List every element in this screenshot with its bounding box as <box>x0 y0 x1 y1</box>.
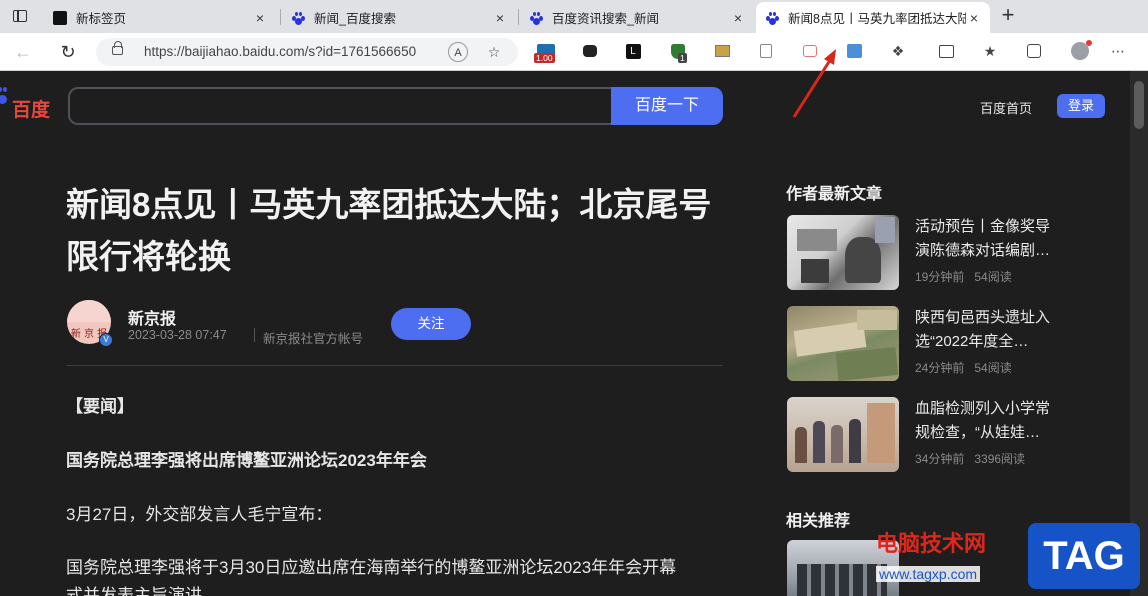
profile-avatar-icon[interactable] <box>1070 40 1092 61</box>
more-menu-icon[interactable]: ⋯ <box>1108 41 1128 61</box>
search-input[interactable] <box>68 87 614 125</box>
address-bar[interactable]: https://baijiahao.baidu.com/s?id=1761566… <box>96 38 518 66</box>
extension-shield-badge: 1 <box>678 53 687 63</box>
favorite-star-icon[interactable]: ☆ <box>484 42 504 62</box>
read-aloud-icon[interactable]: A <box>448 42 468 62</box>
refresh-icon[interactable]: ↻ <box>55 39 81 65</box>
baidu-paw-icon <box>528 10 544 26</box>
close-tab-icon[interactable]: × <box>492 10 508 26</box>
header-divider <box>67 365 723 366</box>
latest-articles-heading: 作者最新文章 <box>786 186 883 203</box>
login-button[interactable]: 登录 <box>1057 94 1105 118</box>
article-paragraph: 国务院总理李强将于3月30日应邀出席在海南举行的博鳌亚洲论坛2023年年会开幕 <box>66 558 677 577</box>
sidebar-article-title[interactable]: 陕西旬邑西头遗址入 选“2022年度全… <box>915 306 1075 354</box>
new-tab-page-icon <box>52 10 68 26</box>
extension-counter-icon[interactable]: 1.00 <box>534 41 556 63</box>
verified-badge-icon: V <box>99 333 113 347</box>
extension-shield-icon[interactable]: 1 <box>668 41 688 63</box>
tab-new-tab[interactable]: 新标签页 × <box>44 2 276 33</box>
article-paragraph: 国务院总理李强将出席博鳌亚洲论坛2023年年会 <box>66 451 427 470</box>
sidebar-article-item[interactable]: 陕西旬邑西头遗址入 选“2022年度全… 24分钟前 54阅读 <box>787 306 1077 381</box>
tab-actions-menu-icon[interactable] <box>4 4 36 28</box>
sidebar-article-title[interactable]: 活动预告丨金像奖导 演陈德森对话编剧… <box>915 215 1075 263</box>
watermark-url: www.tagxp.com <box>876 566 981 582</box>
sidebar-article-item[interactable]: 活动预告丨金像奖导 演陈德森对话编剧… 19分钟前 54阅读 <box>787 215 1077 290</box>
section-heading: 【要闻】 <box>66 397 134 416</box>
lock-icon[interactable] <box>112 41 123 55</box>
baidu-home-link[interactable]: 百度首页 <box>980 98 1032 117</box>
author-name[interactable]: 新京报 <box>128 305 176 329</box>
baidu-logo-paw-icon <box>0 87 8 105</box>
watermark-text: 电脑技术网 <box>876 531 987 557</box>
article-paragraph: 3月27日，外交部发言人毛宁宣布： <box>66 505 333 524</box>
favorites-icon[interactable]: ★ <box>980 41 1000 61</box>
sidebar-article-item[interactable]: 血脂检测列入小学常 规检查，“从娃娃… 34分钟前 3396阅读 <box>787 397 1077 472</box>
annotation-arrow <box>792 49 836 118</box>
close-tab-icon[interactable]: × <box>252 10 268 26</box>
page-scrollbar[interactable] <box>1130 71 1148 596</box>
back-arrow-icon[interactable]: ← <box>10 39 36 65</box>
follow-button[interactable]: 关注 <box>391 308 471 340</box>
sidebar-article-meta: 34分钟前 3396阅读 <box>915 452 1026 466</box>
search-button[interactable]: 百度一下 <box>611 87 723 125</box>
url-text[interactable]: https://baijiahao.baidu.com/s?id=1761566… <box>144 44 444 59</box>
baidu-paw-icon <box>764 10 780 26</box>
baidu-paw-icon <box>290 10 306 26</box>
baidu-logo[interactable]: 百度 <box>12 95 50 122</box>
tab-title: 新标签页 <box>76 12 127 26</box>
tab-news-baidu-search[interactable]: 新闻_百度搜索 × <box>282 2 516 33</box>
article-title: 新闻8点见丨马英九率团抵达大陆；北京尾号限行将轮换 <box>66 186 712 275</box>
new-tab-button[interactable]: + <box>996 4 1020 28</box>
scrollbar-thumb[interactable] <box>1134 81 1144 129</box>
extension-picture-icon[interactable] <box>844 41 864 61</box>
article-thumbnail[interactable] <box>787 306 899 381</box>
tab-title: 新闻8点见丨马英九率团抵达大陆 <box>788 12 966 26</box>
tab-strip: 新标签页 × 新闻_百度搜索 × 百度资讯搜索_新闻 × 新闻8点见丨马英九率团… <box>0 0 1148 33</box>
meta-divider <box>254 328 255 342</box>
tab-baidu-news-search[interactable]: 百度资讯搜索_新闻 × <box>520 2 754 33</box>
related-heading: 相关推荐 <box>786 513 851 530</box>
author-description: 新京报社官方帐号 <box>263 332 364 346</box>
collections-icon[interactable] <box>1024 41 1044 61</box>
tab-title: 百度资讯搜索_新闻 <box>552 12 659 26</box>
tab-separator <box>518 9 519 25</box>
browser-toolbar: ← ↻ https://baijiahao.baidu.com/s?id=176… <box>0 33 1148 71</box>
article-thumbnail[interactable] <box>787 397 899 472</box>
split-screen-icon[interactable] <box>936 41 956 61</box>
extension-eyes-icon[interactable] <box>580 41 600 61</box>
tab-title: 新闻_百度搜索 <box>314 12 396 26</box>
publish-date: 2023-03-28 07:47 <box>128 328 227 342</box>
close-tab-icon[interactable]: × <box>730 10 746 26</box>
tab-active-article[interactable]: 新闻8点见丨马英九率团抵达大陆 × <box>756 2 990 33</box>
extensions-puzzle-icon[interactable]: ❖ <box>888 41 908 61</box>
sidebar-article-meta: 24分钟前 54阅读 <box>915 361 1012 375</box>
article-paragraph: 式并发表主旨演讲。 <box>66 586 219 596</box>
extension-l-icon[interactable]: L <box>623 41 643 61</box>
extension-counter-badge: 1.00 <box>534 53 555 63</box>
watermark-tag-logo: TAG <box>1028 523 1140 589</box>
close-tab-icon[interactable]: × <box>966 10 982 26</box>
tab-separator <box>280 9 281 25</box>
page-content: 百度 百度一下 百度首页 登录 新闻8点见丨马英九率团抵达大陆；北京尾号限行将轮… <box>0 71 1130 596</box>
sidebar-article-meta: 19分钟前 54阅读 <box>915 270 1012 284</box>
sidebar-article-title[interactable]: 血脂检测列入小学常 规检查，“从娃娃… <box>915 397 1075 445</box>
extension-image-icon[interactable] <box>712 41 732 61</box>
article-thumbnail[interactable] <box>787 215 899 290</box>
extension-copy-icon[interactable] <box>756 41 776 61</box>
